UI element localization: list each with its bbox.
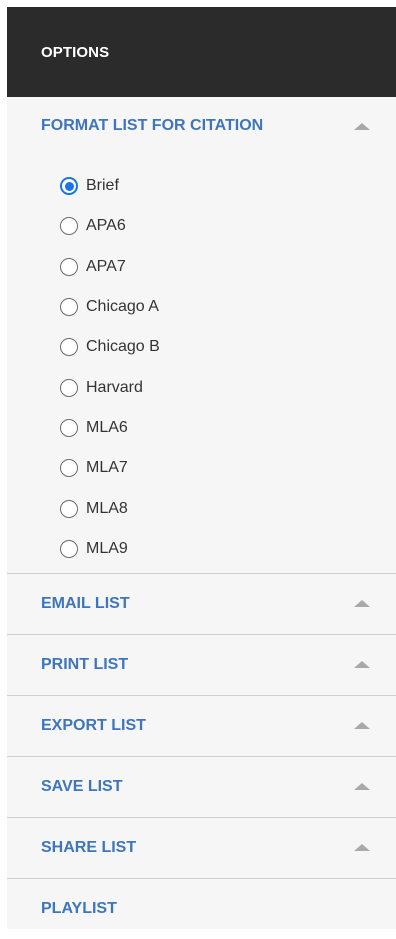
citation-option-label: Brief — [86, 177, 119, 195]
citation-option-label: MLA6 — [86, 418, 128, 436]
print-list-toggle[interactable]: PRINT LIST — [7, 635, 396, 695]
format-list-toggle[interactable]: FORMAT LIST FOR CITATION — [7, 97, 396, 153]
caret-up-icon — [354, 661, 370, 669]
export-list-label: EXPORT LIST — [41, 716, 146, 734]
citation-option-label: Chicago A — [86, 298, 159, 316]
citation-option-chicago-a[interactable]: Chicago A — [60, 287, 396, 327]
radio-button[interactable] — [60, 459, 78, 478]
radio-button[interactable] — [60, 539, 78, 558]
export-list-toggle[interactable]: EXPORT LIST — [7, 696, 396, 756]
caret-up-icon — [354, 722, 370, 730]
playlist-label: PLAYLIST — [41, 899, 117, 917]
radio-button-checked[interactable] — [60, 177, 78, 196]
citation-option-brief[interactable]: Brief — [60, 166, 396, 206]
citation-option-harvard[interactable]: Harvard — [60, 367, 396, 407]
citation-format-options: Brief APA6 APA7 Chicago A Chicago B Harv… — [7, 153, 396, 569]
citation-option-apa6[interactable]: APA6 — [60, 206, 396, 246]
share-list-toggle[interactable]: SHARE LIST — [7, 818, 396, 878]
citation-option-apa7[interactable]: APA7 — [60, 247, 396, 287]
citation-option-chicago-b[interactable]: Chicago B — [60, 327, 396, 367]
citation-option-label: Harvard — [86, 378, 143, 396]
print-list-label: PRINT LIST — [41, 655, 129, 673]
citation-option-mla7[interactable]: MLA7 — [60, 448, 396, 488]
citation-option-label: MLA7 — [86, 459, 128, 477]
email-list-label: EMAIL LIST — [41, 594, 130, 612]
save-list-label: SAVE LIST — [41, 777, 123, 795]
playlist-link[interactable]: PLAYLIST — [7, 879, 396, 939]
citation-option-mla9[interactable]: MLA9 — [60, 529, 396, 569]
caret-up-icon — [354, 122, 370, 130]
citation-option-label: MLA9 — [86, 539, 128, 557]
share-list-label: SHARE LIST — [41, 838, 137, 856]
radio-button[interactable] — [60, 418, 78, 437]
radio-button[interactable] — [60, 298, 78, 317]
radio-button[interactable] — [60, 217, 78, 236]
radio-button[interactable] — [60, 338, 78, 357]
citation-option-label: APA6 — [86, 217, 126, 235]
citation-option-label: Chicago B — [86, 338, 160, 356]
caret-up-icon — [354, 844, 370, 852]
radio-button[interactable] — [60, 378, 78, 397]
citation-option-label: APA7 — [86, 257, 126, 275]
caret-up-icon — [354, 783, 370, 791]
options-title: OPTIONS — [41, 43, 110, 61]
email-list-toggle[interactable]: EMAIL LIST — [7, 574, 396, 634]
radio-button[interactable] — [60, 257, 78, 276]
citation-option-mla6[interactable]: MLA6 — [60, 408, 396, 448]
save-list-toggle[interactable]: SAVE LIST — [7, 757, 396, 817]
options-panel: OPTIONS FORMAT LIST FOR CITATION Brief A… — [7, 7, 396, 929]
radio-button[interactable] — [60, 499, 78, 518]
citation-option-label: MLA8 — [86, 499, 128, 517]
citation-option-mla8[interactable]: MLA8 — [60, 488, 396, 528]
caret-up-icon — [354, 600, 370, 608]
format-list-label: FORMAT LIST FOR CITATION — [41, 117, 264, 134]
options-header: OPTIONS — [7, 7, 396, 97]
